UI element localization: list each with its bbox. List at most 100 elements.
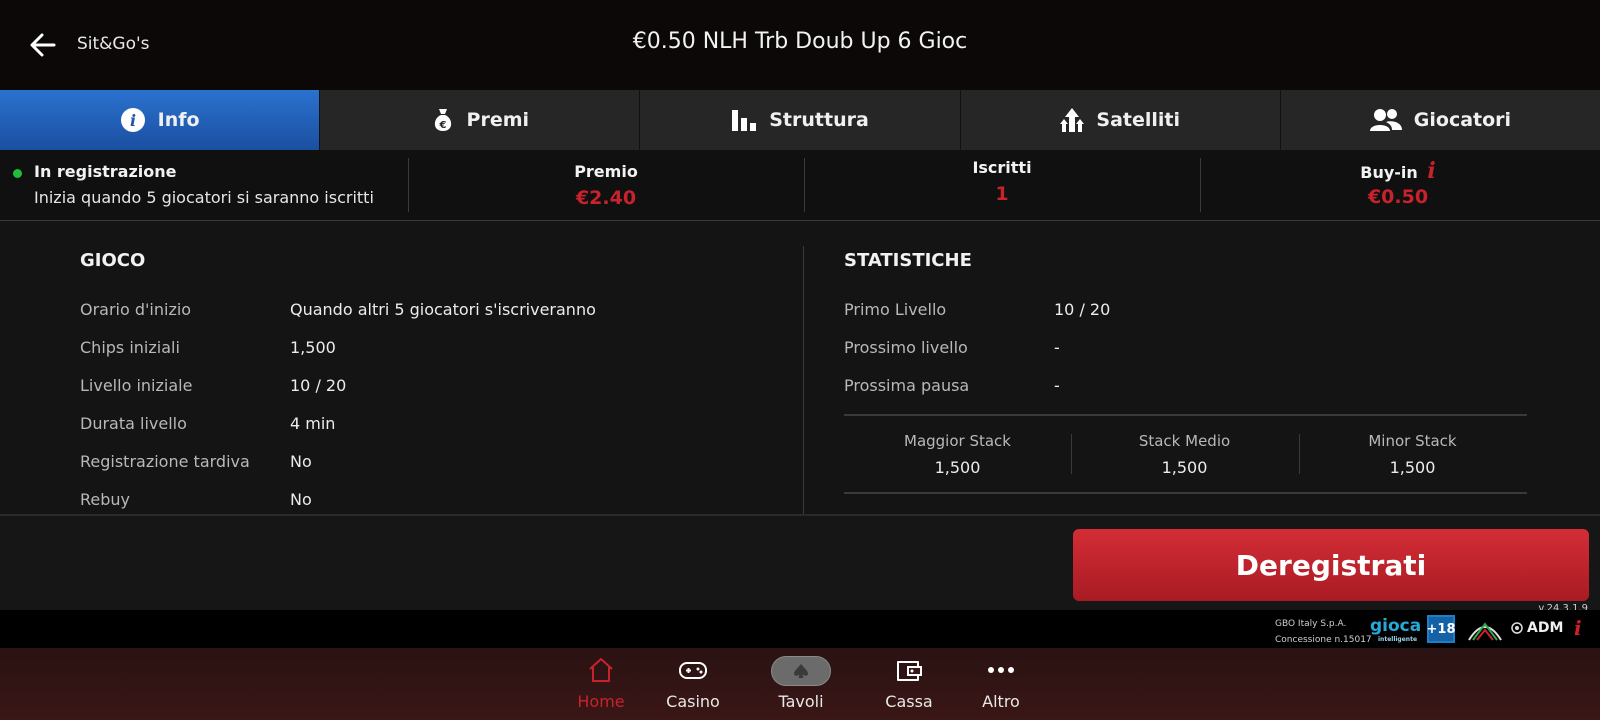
users-icon <box>1369 109 1402 131</box>
nav-casino-label: Casino <box>666 692 720 711</box>
home-icon <box>589 658 613 682</box>
adm-logo-text: ADM <box>1527 620 1564 636</box>
stack-value: 1,500 <box>1389 458 1436 477</box>
stack-label: Minor Stack <box>1368 432 1457 450</box>
stats-row-value: - <box>1054 338 1060 357</box>
prize-label: Premio <box>574 162 638 181</box>
tab-bar: i Info € Premi Struttura Satelliti Gioca… <box>0 90 1600 150</box>
game-row-label: Rebuy <box>80 490 131 509</box>
nav-tavoli-label: Tavoli <box>778 692 824 711</box>
tab-giocatori-label: Giocatori <box>1413 109 1512 131</box>
game-row-value: Quando altri 5 giocatori s'iscriveranno <box>290 300 596 319</box>
tab-giocatori[interactable]: Giocatori <box>1280 90 1600 150</box>
stack-value: 1,500 <box>934 458 981 477</box>
tab-struttura[interactable]: Struttura <box>640 90 961 150</box>
bottom-nav: Home Casino Tavoli Cassa Altro <box>0 648 1600 720</box>
header: Sit&Go's €0.50 NLH Trb Doub Up 6 Gioc <box>0 0 1600 90</box>
gioca-responsabile-logo[interactable]: gioca intelligente <box>1370 616 1422 643</box>
prize-value: €2.40 <box>575 187 637 209</box>
nav-altro-label: Altro <box>982 692 1020 711</box>
gamepad-icon <box>679 662 707 679</box>
tab-info[interactable]: i Info <box>0 90 321 150</box>
stats-row-value: - <box>1054 376 1060 395</box>
stats-divider <box>844 492 1527 494</box>
adm-emblem-icon <box>1468 622 1502 641</box>
adm-seal-icon <box>1511 622 1523 634</box>
legal-info-icon[interactable]: i <box>1574 616 1582 640</box>
game-row-value: 4 min <box>290 414 336 433</box>
nav-cassa-label: Cassa <box>885 692 933 711</box>
stats-row-label: Prossima pausa <box>844 376 970 395</box>
tab-premi[interactable]: € Premi <box>320 90 641 150</box>
buyin-info-icon[interactable]: i <box>1427 158 1435 184</box>
stats-divider <box>844 414 1527 416</box>
tab-satelliti-label: Satelliti <box>1096 109 1181 131</box>
game-row-label: Registrazione tardiva <box>80 452 250 471</box>
tab-info-label: Info <box>157 109 200 131</box>
info-icon: i <box>120 108 145 132</box>
nav-altro[interactable]: Altro <box>956 656 1046 711</box>
nav-home-label: Home <box>577 692 625 711</box>
wallet-icon <box>897 661 922 681</box>
registration-status-detail: Inizia quando 5 giocatori si saranno isc… <box>34 188 374 207</box>
svg-text:€: € <box>438 120 446 131</box>
adm-logo: ADM <box>1511 620 1563 636</box>
tavoli-pill <box>771 656 831 686</box>
entrants-value: 1 <box>995 183 1009 205</box>
stack-label: Maggior Stack <box>904 432 1011 450</box>
deregister-button[interactable]: Deregistrati <box>1073 529 1589 601</box>
game-row-value: 1,500 <box>290 338 336 357</box>
game-row-value: No <box>290 452 312 471</box>
section-divider <box>803 246 804 514</box>
stats-row-label: Primo Livello <box>844 300 947 319</box>
tab-satelliti[interactable]: Satelliti <box>960 90 1281 150</box>
prize-block: Premio €2.40 <box>408 158 804 214</box>
concession-number: Concessione n.15017 <box>1275 635 1372 645</box>
game-section-title: GIOCO <box>80 250 146 271</box>
stats-row-label: Prossimo livello <box>844 338 968 357</box>
arrows-up-icon <box>1060 108 1085 132</box>
main-content: GIOCO Orario d'inizio Quando altri 5 gio… <box>0 222 1600 514</box>
game-row-value: 10 / 20 <box>290 376 347 395</box>
nav-cassa[interactable]: Cassa <box>864 656 954 711</box>
company-name: GBO Italy S.p.A. <box>1275 619 1347 629</box>
nav-tavoli[interactable]: Tavoli <box>756 656 846 711</box>
buyin-value: €0.50 <box>1367 186 1429 208</box>
legal-company: GBO Italy S.p.A. Concessione n.15017 <box>1275 616 1372 648</box>
registration-status: In registrazione <box>34 162 177 181</box>
game-row-value: No <box>290 490 312 509</box>
tab-premi-label: Premi <box>466 109 530 131</box>
gioca-logo-subtext: intelligente <box>1378 636 1418 643</box>
stack-block: Minor Stack 1,500 <box>1299 432 1526 477</box>
stack-value: 1,500 <box>1161 458 1208 477</box>
buyin-block: Buy-in i €0.50 <box>1200 158 1596 214</box>
buyin-label-wrap: Buy-in i <box>1200 158 1596 184</box>
bar-chart-icon <box>732 110 757 131</box>
money-bag-icon: € <box>434 109 451 131</box>
game-row-label: Chips iniziali <box>80 338 180 357</box>
age-18-badge: +18 <box>1427 615 1456 643</box>
stats-section-title: STATISTICHE <box>844 250 972 271</box>
stats-row-value: 10 / 20 <box>1054 300 1111 319</box>
tournament-summary: In registrazione Inizia quando 5 giocato… <box>0 150 1600 221</box>
nav-casino[interactable]: Casino <box>648 656 738 711</box>
spade-icon <box>794 664 808 678</box>
nav-home[interactable]: Home <box>556 656 646 711</box>
game-row-label: Livello iniziale <box>80 376 193 395</box>
legal-strip: GBO Italy S.p.A. Concessione n.15017 gio… <box>0 610 1600 648</box>
entrants-block: Iscritti 1 <box>804 158 1200 214</box>
action-bar: Deregistrati v.24.3.1.9 <box>0 514 1600 614</box>
more-icon <box>988 667 1014 673</box>
stack-label: Stack Medio <box>1138 432 1231 450</box>
stack-block: Maggior Stack 1,500 <box>844 432 1071 477</box>
page-title: €0.50 NLH Trb Doub Up 6 Gioc <box>632 29 968 54</box>
gioca-logo-text: gioca <box>1370 616 1422 636</box>
game-row-label: Orario d'inizio <box>80 300 192 319</box>
entrants-label: Iscritti <box>972 158 1032 177</box>
stack-block: Stack Medio 1,500 <box>1071 432 1298 477</box>
buyin-label: Buy-in <box>1360 163 1418 182</box>
tab-struttura-label: Struttura <box>769 109 869 131</box>
game-row-label: Durata livello <box>80 414 187 433</box>
status-dot-icon <box>13 169 22 178</box>
svg-text:i: i <box>130 111 136 130</box>
